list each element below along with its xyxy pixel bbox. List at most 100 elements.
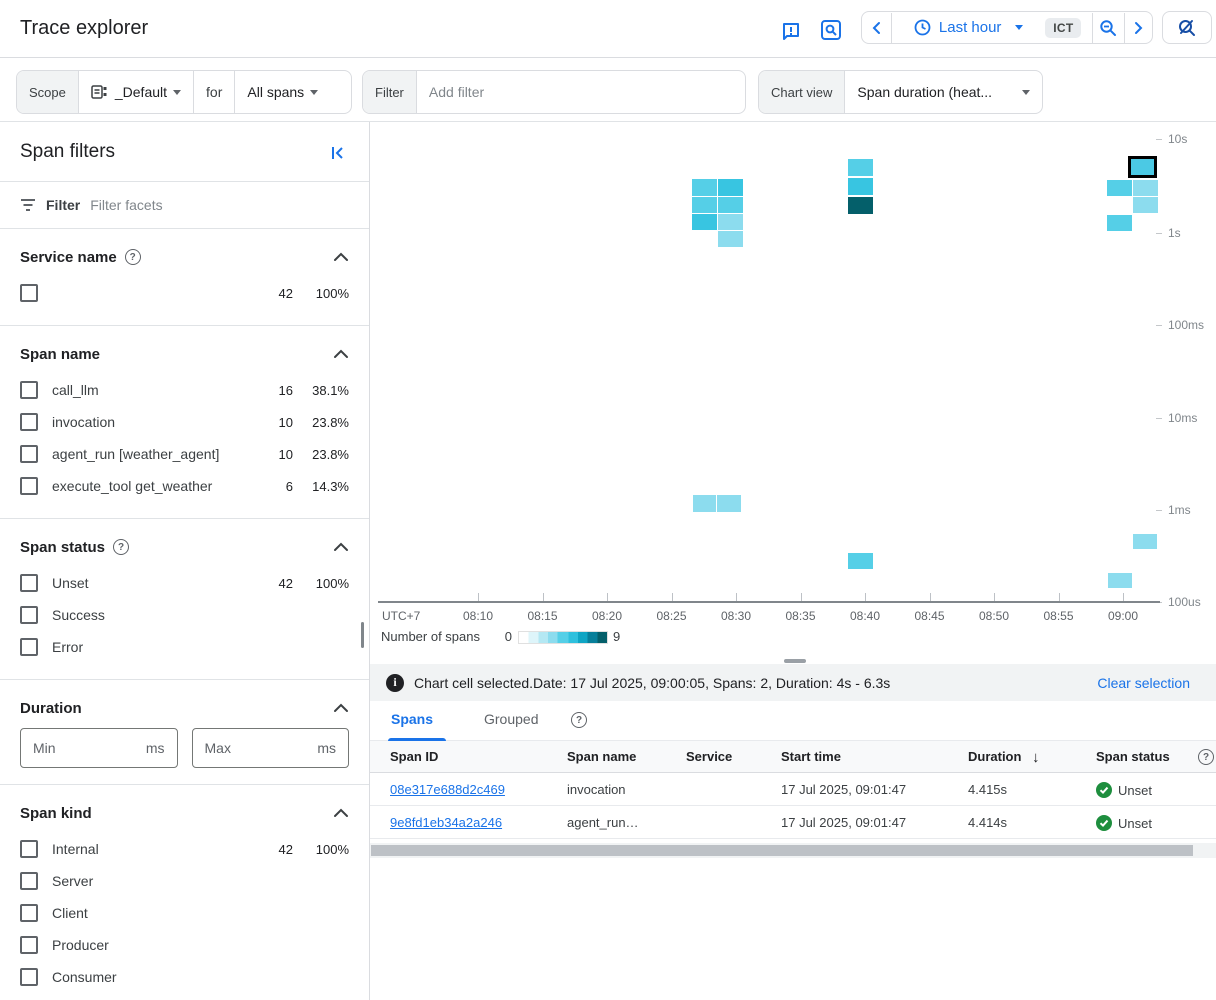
y-axis-label: 100ms xyxy=(1168,318,1204,332)
legend-label: Number of spans xyxy=(381,629,480,644)
heatmap-cell[interactable] xyxy=(1107,215,1132,231)
collapse-panel-icon[interactable] xyxy=(327,142,349,164)
time-forward-icon[interactable] xyxy=(1124,12,1152,43)
input-unit-label: ms xyxy=(317,740,336,756)
facet-checkbox[interactable] xyxy=(20,445,38,463)
heatmap-cell[interactable] xyxy=(718,231,743,247)
heatmap-cell[interactable] xyxy=(692,214,717,230)
sort-desc-icon[interactable]: ↓ xyxy=(1032,749,1040,766)
feedback-icon[interactable] xyxy=(779,19,803,43)
heatmap-cell[interactable] xyxy=(848,553,873,569)
y-axis-tick xyxy=(1156,139,1162,140)
heatmap-cell[interactable] xyxy=(693,495,717,512)
heatmap-cell[interactable] xyxy=(692,197,717,213)
heatmap-cell[interactable] xyxy=(1107,180,1132,196)
collapse-section-icon[interactable] xyxy=(333,542,349,552)
col-duration[interactable]: Duration xyxy=(968,749,1021,764)
help-icon[interactable]: ? xyxy=(125,249,141,265)
status-text: Unset xyxy=(1118,816,1152,831)
facet-checkbox[interactable] xyxy=(20,477,38,495)
x-axis-label: 09:00 xyxy=(1108,609,1138,623)
spans-table-header: Span ID Span name Service Start time Dur… xyxy=(370,741,1216,773)
app-header: Trace explorer Last hour ICT xyxy=(0,0,1216,58)
heatmap-cell[interactable] xyxy=(1108,573,1132,588)
info-icon: i xyxy=(386,674,404,692)
tab-spans[interactable]: Spans xyxy=(391,711,433,727)
col-service[interactable]: Service xyxy=(686,749,732,764)
screenshot-search-icon[interactable] xyxy=(819,18,843,42)
heatmap-cell[interactable] xyxy=(848,197,873,214)
heatmap-cell[interactable] xyxy=(718,214,743,230)
y-axis-tick xyxy=(1156,325,1162,326)
facet-checkbox[interactable] xyxy=(20,381,38,399)
col-span-name[interactable]: Span name xyxy=(567,749,636,764)
x-axis-tick xyxy=(1123,593,1124,601)
time-back-icon[interactable] xyxy=(862,12,891,43)
heatmap-cell[interactable] xyxy=(1133,534,1157,549)
heatmap-cell[interactable] xyxy=(848,159,873,176)
tab-grouped[interactable]: Grouped xyxy=(484,711,538,727)
facet-sections: Service name?42100%Span namecall_llm1638… xyxy=(0,229,369,1000)
timezone-badge[interactable]: ICT xyxy=(1045,18,1081,38)
x-axis-line xyxy=(378,601,1160,603)
input-placeholder: Max xyxy=(205,740,318,756)
grouped-help-icon[interactable]: ? xyxy=(571,712,587,728)
facet-item-row: Client xyxy=(20,897,349,929)
collapse-section-icon[interactable] xyxy=(333,703,349,713)
span-duration-heatmap[interactable]: 10s1s100ms10ms1ms100usUTC+708:1008:1508:… xyxy=(370,122,1216,664)
for-label: for xyxy=(193,71,234,113)
heatmap-cell-selected[interactable] xyxy=(1128,156,1157,178)
scope-dropdown[interactable]: _Default xyxy=(79,71,193,113)
heatmap-cell[interactable] xyxy=(1133,180,1158,196)
col-span-status[interactable]: Span status xyxy=(1096,749,1170,764)
status-text: Unset xyxy=(1118,783,1152,798)
facet-checkbox[interactable] xyxy=(20,936,38,954)
heatmap-cell[interactable] xyxy=(1133,197,1158,213)
heatmap-cell[interactable] xyxy=(718,197,743,213)
facet-item-percent: 14.3% xyxy=(293,479,349,494)
time-range-dropdown[interactable]: Last hour xyxy=(892,12,1045,43)
zoom-disabled-button[interactable] xyxy=(1162,11,1212,44)
col-start-time[interactable]: Start time xyxy=(781,749,841,764)
heatmap-cell[interactable] xyxy=(717,495,741,512)
clear-selection-link[interactable]: Clear selection xyxy=(1097,675,1190,691)
collapse-section-icon[interactable] xyxy=(333,252,349,262)
span-scope-dropdown[interactable]: All spans xyxy=(234,71,330,113)
x-axis-tick xyxy=(607,593,608,601)
facet-filter-row[interactable]: Filter Filter facets xyxy=(0,182,369,229)
table-hscrollbar-thumb[interactable] xyxy=(371,845,1193,856)
facet-checkbox[interactable] xyxy=(20,574,38,592)
facet-checkbox[interactable] xyxy=(20,872,38,890)
table-row[interactable]: 08e317e688d2c469invocation17 Jul 2025, 0… xyxy=(370,773,1216,806)
span-id-link[interactable]: 08e317e688d2c469 xyxy=(390,782,505,797)
help-icon[interactable]: ? xyxy=(113,539,129,555)
facet-checkbox[interactable] xyxy=(20,968,38,986)
collapse-section-icon[interactable] xyxy=(333,349,349,359)
x-axis-label: 08:20 xyxy=(592,609,622,623)
facet-section: Span status?Unset42100%SuccessError xyxy=(0,519,369,680)
span-status-help-icon[interactable]: ? xyxy=(1198,749,1214,765)
filter-input[interactable]: Add filter xyxy=(417,71,745,113)
facet-checkbox[interactable] xyxy=(20,284,38,302)
facet-checkbox[interactable] xyxy=(20,638,38,656)
facet-checkbox[interactable] xyxy=(20,413,38,431)
heatmap-cell[interactable] xyxy=(692,179,717,196)
chart-view-control: Chart view Span duration (heat... xyxy=(758,70,1043,114)
facet-item-label: Producer xyxy=(52,937,257,953)
x-axis-label: 08:25 xyxy=(656,609,686,623)
table-row[interactable]: 9e8fd1eb34a2a246agent_run…17 Jul 2025, 0… xyxy=(370,806,1216,839)
zoom-out-time-icon[interactable] xyxy=(1093,12,1124,43)
facet-checkbox[interactable] xyxy=(20,606,38,624)
sidebar-scrollbar[interactable] xyxy=(361,622,364,648)
facet-checkbox[interactable] xyxy=(20,840,38,858)
heatmap-cell[interactable] xyxy=(848,178,873,195)
duration-min-input[interactable]: Minms xyxy=(20,728,178,768)
col-span-id[interactable]: Span ID xyxy=(390,749,438,764)
heatmap-cell[interactable] xyxy=(718,179,743,196)
duration-max-input[interactable]: Maxms xyxy=(192,728,350,768)
facet-checkbox[interactable] xyxy=(20,904,38,922)
span-id-link[interactable]: 9e8fd1eb34a2a246 xyxy=(390,815,502,830)
chart-view-dropdown[interactable]: Span duration (heat... xyxy=(845,71,1042,113)
collapse-section-icon[interactable] xyxy=(333,808,349,818)
results-resize-handle[interactable] xyxy=(784,659,806,663)
